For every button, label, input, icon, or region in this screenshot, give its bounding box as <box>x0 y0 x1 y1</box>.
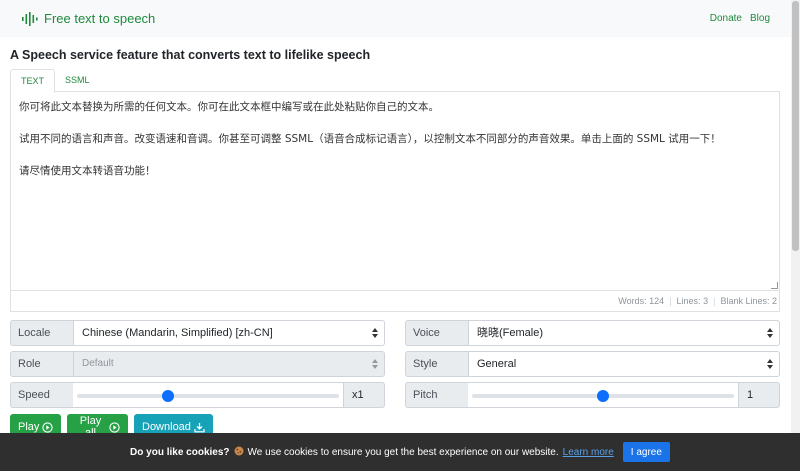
pitch-slider[interactable] <box>468 382 738 408</box>
waveform-icon <box>22 11 38 26</box>
blog-link[interactable]: Blog <box>750 13 770 24</box>
learn-more-link[interactable]: Learn more <box>563 447 614 458</box>
page-scrollbar[interactable] <box>791 0 800 433</box>
locale-row: Locale Chinese (Mandarin, Simplified) [z… <box>10 320 385 346</box>
cookie-question: Do you like cookies? <box>130 446 230 458</box>
scrollbar-thumb[interactable] <box>792 1 799 251</box>
lines-count: 3 <box>703 296 709 306</box>
lines-label: Lines: <box>676 296 701 306</box>
voice-value: 晓晓(Female) <box>477 327 544 339</box>
pitch-slider-thumb[interactable] <box>597 390 609 402</box>
role-label: Role <box>10 351 73 377</box>
cookie-message: We use cookies to ensure you get the bes… <box>247 446 559 458</box>
text-paragraph: 试用不同的语言和声音。改变语速和音调。你甚至可调整 SSML（语音合成标记语言）… <box>19 133 721 146</box>
resize-grip-icon[interactable] <box>771 282 778 289</box>
style-value: General <box>477 358 517 370</box>
blank-lines-label: Blank Lines: <box>720 296 770 306</box>
speed-row: Speed x1 <box>10 382 385 408</box>
download-icon <box>194 422 205 433</box>
text-stats: Words: 124 | Lines: 3 | Blank Lines: 2 <box>10 291 780 312</box>
main-container: A Speech service feature that converts t… <box>10 37 780 440</box>
pitch-row: Pitch 1 <box>405 382 780 408</box>
brand-link[interactable]: Free text to speech <box>22 11 155 26</box>
play-circle-icon <box>109 421 120 433</box>
words-count: 124 <box>649 296 665 306</box>
speed-value: x1 <box>343 382 385 408</box>
navbar: Free text to speech Donate Blog <box>0 0 800 37</box>
style-label: Style <box>405 351 468 377</box>
locale-select[interactable]: Chinese (Mandarin, Simplified) [zh-CN] <box>73 320 385 346</box>
download-label: Download <box>142 421 191 433</box>
select-arrows-icon <box>372 328 378 338</box>
select-arrows-icon <box>767 328 773 338</box>
donate-link[interactable]: Donate <box>710 13 742 24</box>
cookie-banner: Do you like cookies? We use cookies to e… <box>0 433 800 471</box>
speed-slider-track <box>77 394 339 398</box>
pitch-value: 1 <box>738 382 780 408</box>
text-paragraph: 你可将此文本替换为所需的任何文本。你可在此文本框中编写或在此处粘贴你自己的文本。 <box>19 101 439 113</box>
role-row: Role Default <box>10 351 385 377</box>
voice-label: Voice <box>405 320 468 346</box>
editor-tabs: TEXT SSML <box>10 69 780 93</box>
voice-select[interactable]: 晓晓(Female) <box>468 320 780 346</box>
tab-text[interactable]: TEXT <box>10 69 56 93</box>
play-circle-icon <box>42 421 54 433</box>
play-label: Play <box>18 421 40 433</box>
speed-slider[interactable] <box>73 382 343 408</box>
select-arrows-icon <box>767 359 773 369</box>
style-row: Style General <box>405 351 780 377</box>
agree-button[interactable]: I agree <box>622 442 670 462</box>
locale-value: Chinese (Mandarin, Simplified) [zh-CN] <box>82 327 273 339</box>
nav-links: Donate Blog <box>710 13 790 24</box>
locale-label: Locale <box>10 320 73 346</box>
style-select[interactable]: General <box>468 351 780 377</box>
role-select: Default <box>73 351 385 377</box>
pitch-label: Pitch <box>405 382 468 408</box>
cookie-icon <box>234 446 244 459</box>
speed-label: Speed <box>10 382 73 408</box>
voice-row: Voice 晓晓(Female) <box>405 320 780 346</box>
words-label: Words: <box>618 296 647 306</box>
select-arrows-icon <box>372 359 378 369</box>
role-value: Default <box>82 358 114 369</box>
tab-ssml[interactable]: SSML <box>55 69 100 92</box>
blank-lines-count: 2 <box>771 296 777 306</box>
text-paragraph: 请尽情使用文本转语音功能！ <box>19 165 156 178</box>
text-input-area[interactable]: 你可将此文本替换为所需的任何文本。你可在此文本框中编写或在此处粘贴你自己的文本。… <box>10 92 780 291</box>
brand-name: Free text to speech <box>44 11 156 26</box>
speed-slider-thumb[interactable] <box>162 390 174 402</box>
page-title: A Speech service feature that converts t… <box>10 48 371 62</box>
